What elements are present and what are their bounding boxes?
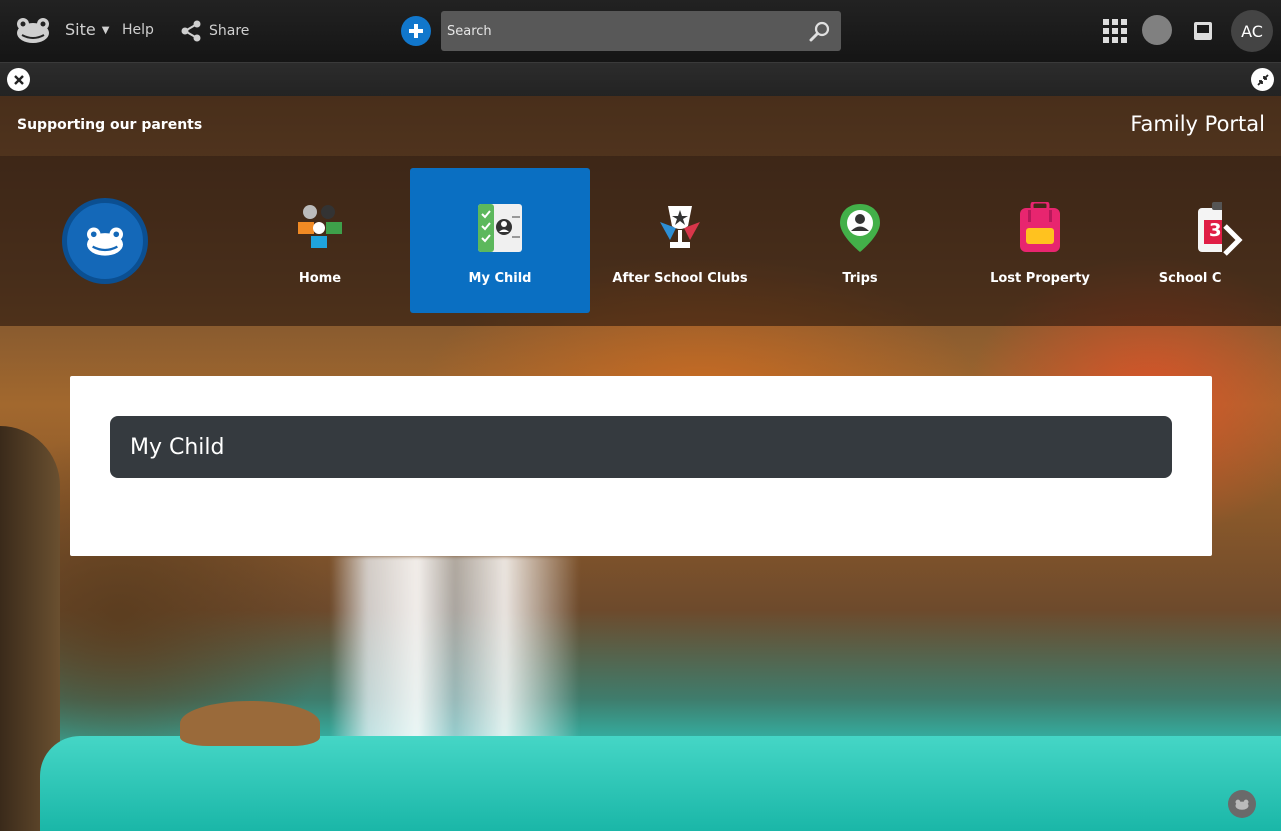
nav-track: Home My Child After School Clubs Trips L… (0, 156, 1222, 326)
share-icon (181, 20, 201, 42)
page-title: Family Portal (1130, 112, 1265, 136)
search-input[interactable] (441, 11, 801, 51)
close-button[interactable] (7, 68, 30, 91)
header-strip: Supporting our parents Family Portal (0, 96, 1281, 156)
content-panel: My Child (70, 376, 1212, 556)
nav-item-my-child[interactable]: My Child (410, 168, 590, 313)
tagline: Supporting our parents (17, 117, 203, 133)
search-bar (441, 11, 841, 51)
nav-item-label: Trips (842, 271, 878, 286)
nav-item-label: Home (298, 271, 342, 286)
pool-shape (40, 736, 1281, 831)
nav-item-lost-property[interactable]: Lost Property (950, 168, 1130, 313)
frog-help-button[interactable] (1228, 790, 1256, 818)
chevron-down-icon: ▼ (101, 25, 110, 36)
add-button[interactable] (401, 16, 431, 46)
waterfall-shape (330, 556, 580, 756)
family-people-icon (298, 205, 342, 248)
nav-item-label: My Child (468, 271, 532, 286)
map-pin-icon (840, 204, 880, 252)
backpack-icon (1020, 202, 1060, 252)
child-checklist-icon (478, 204, 522, 252)
frog-logo-button[interactable] (62, 198, 148, 284)
inbox-icon[interactable] (1192, 20, 1214, 42)
frog-logo-icon (1235, 799, 1249, 810)
help-link[interactable]: Help (122, 22, 154, 38)
close-icon (13, 74, 24, 85)
nav-item-label: After School Clubs (612, 271, 748, 286)
minimize-button[interactable] (1251, 68, 1274, 91)
nav-item-label: School Calendar (1158, 271, 1222, 286)
nav-item-home[interactable]: Home (230, 168, 410, 313)
apps-grid-icon[interactable] (1103, 19, 1127, 43)
window-bar (0, 62, 1281, 96)
trophy-icon (660, 206, 700, 248)
site-menu[interactable]: Site ▼ (65, 20, 109, 39)
frog-logo-icon (87, 227, 123, 256)
search-icon[interactable] (809, 20, 831, 42)
user-avatar[interactable]: AC (1231, 10, 1273, 52)
nav-item-school-calendar[interactable]: School Calendar (1128, 168, 1222, 313)
rock-shape (180, 701, 320, 746)
section-title: My Child (110, 416, 1172, 478)
chevron-right-icon[interactable] (1219, 224, 1245, 256)
plus-icon (409, 24, 423, 38)
site-menu-label: Site (65, 20, 96, 39)
status-circle-button[interactable] (1142, 15, 1172, 45)
frog-logo-icon[interactable] (14, 14, 52, 46)
share-button[interactable]: Share (179, 19, 249, 43)
nav-item-label: Lost Property (990, 271, 1090, 286)
nav-item-trips[interactable]: Trips (770, 168, 950, 313)
share-label: Share (209, 23, 250, 39)
top-bar: Site ▼ Help Share AC (0, 0, 1281, 62)
collapse-arrows-icon (1256, 73, 1269, 86)
nav-carousel: Home My Child After School Clubs Trips L… (0, 156, 1281, 326)
nav-item-after-school-clubs[interactable]: After School Clubs (590, 168, 770, 313)
